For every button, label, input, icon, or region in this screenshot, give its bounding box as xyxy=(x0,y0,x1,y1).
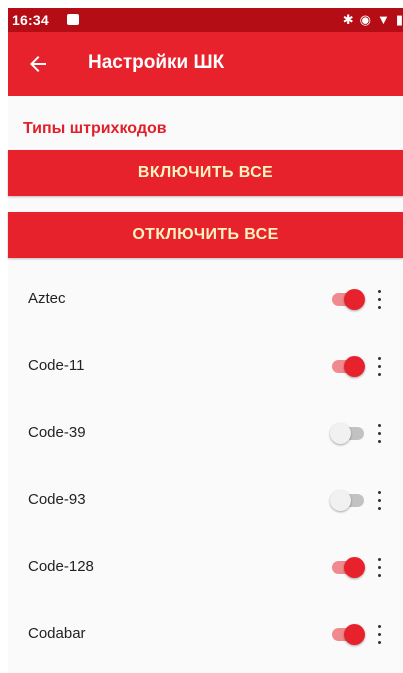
more-vert-icon[interactable] xyxy=(374,622,384,646)
bluetooth-icon: ✱ xyxy=(342,12,354,27)
more-vert-icon[interactable] xyxy=(374,287,384,311)
barcode-row: Code-11 xyxy=(8,333,403,400)
barcode-toggle[interactable] xyxy=(330,623,370,645)
barcode-toggle[interactable] xyxy=(330,489,370,511)
barcode-row: Aztec xyxy=(8,266,403,333)
section-title: Типы штрихкодов xyxy=(23,120,167,137)
barcode-row: Code-93 xyxy=(8,467,403,534)
barcode-label: Codabar xyxy=(28,625,86,642)
barcode-toggle[interactable] xyxy=(330,288,370,310)
status-bar: 16:34 ✱ ◉ ▼ ▮ xyxy=(8,8,403,32)
wifi-icon: ▼ xyxy=(376,12,390,27)
more-vert-icon[interactable] xyxy=(374,421,384,445)
barcode-toggle[interactable] xyxy=(330,355,370,377)
battery-icon: ▮ xyxy=(395,12,403,27)
vibrate-icon: ◉ xyxy=(359,12,371,27)
barcode-toggle[interactable] xyxy=(330,422,370,444)
page-title: Настройки ШК xyxy=(88,52,225,73)
barcode-row: Codabar xyxy=(8,601,403,668)
disable-all-button[interactable]: ОТКЛЮЧИТЬ ВСЕ xyxy=(8,212,403,258)
app-bar: Настройки ШК xyxy=(8,32,403,96)
more-vert-icon[interactable] xyxy=(374,488,384,512)
barcode-label: Code-11 xyxy=(28,357,85,374)
status-icons: ✱ ◉ ▼ ▮ xyxy=(343,11,403,29)
barcode-list: Aztec Code-11 Code-39 Code-93 Code-128 C… xyxy=(8,266,403,668)
barcode-label: Code-93 xyxy=(28,491,86,508)
status-time: 16:34 xyxy=(12,12,49,28)
barcode-label: Code-39 xyxy=(28,424,86,441)
back-arrow-icon[interactable] xyxy=(26,52,50,76)
barcode-row: Code-128 xyxy=(8,534,403,601)
enable-all-button[interactable]: ВКЛЮЧИТЬ ВСЕ xyxy=(8,150,403,196)
barcode-label: Code-128 xyxy=(28,558,94,575)
barcode-row: Code-39 xyxy=(8,400,403,467)
notification-icon xyxy=(67,14,79,25)
barcode-label: Aztec xyxy=(28,290,66,307)
more-vert-icon[interactable] xyxy=(374,354,384,378)
more-vert-icon[interactable] xyxy=(374,555,384,579)
barcode-toggle[interactable] xyxy=(330,556,370,578)
